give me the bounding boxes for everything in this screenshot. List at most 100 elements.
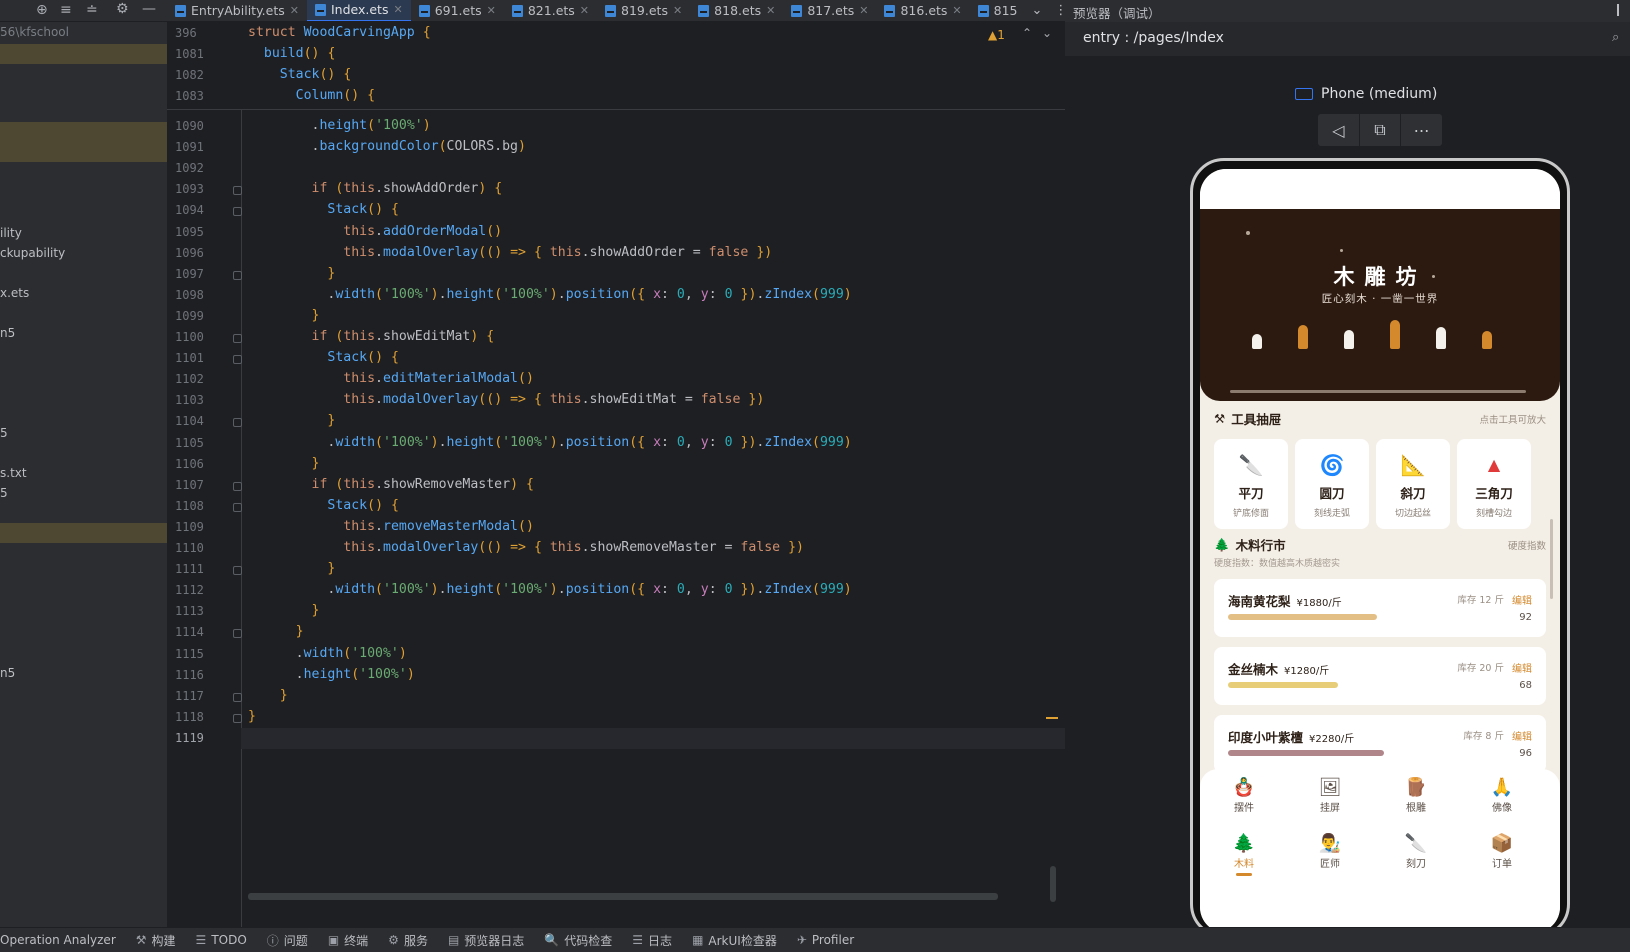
line-number: 1111 [175, 562, 204, 577]
fold-marker-icon[interactable] [233, 713, 242, 723]
tool-card-triangle[interactable]: ▲ 三角刀 刻槽勾边 [1457, 439, 1531, 529]
tab-overflow-icon[interactable]: ⌄ [1032, 3, 1043, 18]
nav-item[interactable]: 📦 订单 [1472, 833, 1532, 870]
nav-item[interactable]: 🪵 根雕 [1386, 777, 1446, 814]
nav-item[interactable]: 🌲 木料 [1214, 833, 1274, 876]
bottom-tool-5[interactable]: ⚙ 服务 [388, 932, 428, 949]
tool-card-flat[interactable]: 🔪 平刀 铲底修面 [1214, 439, 1288, 529]
warning-indicator[interactable]: ▲1 [988, 28, 1005, 42]
minimize-icon[interactable]: — [142, 1, 156, 17]
fold-marker-icon[interactable] [233, 502, 242, 512]
project-item[interactable]: 5 [0, 426, 8, 440]
gear-icon[interactable]: ⚙ [116, 1, 129, 17]
bottom-tool-1[interactable]: ⚒ 构建 [136, 932, 176, 949]
bottom-tool-8[interactable]: ☰ 日志 [632, 932, 672, 949]
bottom-tool-7[interactable]: 🔍 代码检查 [544, 932, 612, 949]
editor-tab[interactable]: 819.ets ✕ [597, 0, 690, 21]
tool-card-round[interactable]: 🌀 圆刀 刻线走弧 [1295, 439, 1369, 529]
fold-marker-icon[interactable] [233, 186, 242, 196]
nav-item[interactable]: 🖼 挂屏 [1300, 777, 1360, 814]
close-icon[interactable]: ✕ [766, 4, 775, 17]
project-item[interactable]: n5 [0, 666, 15, 680]
project-item[interactable]: ckupability [0, 246, 65, 260]
hardness-score: 92 [1519, 612, 1532, 623]
close-icon[interactable]: ✕ [859, 4, 868, 17]
fold-marker-icon[interactable] [233, 566, 242, 576]
bottom-tool-0[interactable]: Operation Analyzer [0, 933, 116, 947]
rotate-icon[interactable]: ⧉ [1360, 114, 1402, 146]
project-item[interactable]: n5 [0, 326, 15, 340]
editor-tab[interactable]: 817.ets ✕ [783, 0, 876, 21]
line-number: 1115 [175, 646, 204, 661]
project-item[interactable]: 5 [0, 486, 8, 500]
bottom-tool-2[interactable]: ☰ TODO [196, 933, 247, 947]
fold-marker-icon[interactable] [233, 692, 242, 702]
project-path[interactable]: 56\kfschool [0, 25, 69, 39]
code-line: } [279, 687, 288, 703]
wood-card[interactable]: 海南黄花梨 ¥1880/斤 库存 12 斤编辑 92 [1214, 579, 1546, 637]
fold-marker-icon[interactable] [233, 207, 242, 217]
close-icon[interactable]: ✕ [952, 4, 961, 17]
chevron-up-icon[interactable]: ⌃ [1022, 26, 1032, 40]
project-item[interactable]: s.txt [0, 466, 27, 480]
back-icon[interactable]: ◁ [1318, 114, 1360, 146]
bottom-tool-9[interactable]: ▦ ArkUI检查器 [692, 932, 777, 949]
fold-marker-icon[interactable] [233, 418, 242, 428]
fold-marker-icon[interactable] [233, 334, 242, 343]
horizontal-scrollbar[interactable] [248, 893, 998, 900]
more-icon[interactable]: ⋯ [1401, 114, 1442, 146]
project-item[interactable]: ility [0, 226, 22, 240]
previewer-title: 预览器（调试） [1073, 6, 1161, 21]
nav-icon: 🖼 [1318, 777, 1342, 798]
editor-tab[interactable]: EntryAbility.ets ✕ [167, 0, 307, 21]
wood-card[interactable]: 金丝楠木 ¥1280/斤 库存 20 斤编辑 68 [1214, 647, 1546, 705]
fold-marker-icon[interactable] [233, 355, 242, 365]
editor-tab[interactable]: 691.ets ✕ [411, 0, 504, 21]
editor-tab[interactable]: 815 [970, 0, 1026, 21]
project-item[interactable]: x.ets [0, 286, 29, 300]
edit-link[interactable]: 编辑 [1512, 728, 1532, 743]
editor-tab-bar: EntryAbility.ets ✕ Index.ets ✕ 691.ets ✕ 821.e… [167, 0, 1065, 22]
edit-link[interactable]: 编辑 [1512, 660, 1532, 675]
bottom-tool-3[interactable]: ⓘ 问题 [267, 932, 308, 949]
editor-tab[interactable]: Index.ets ✕ [306, 0, 411, 21]
bottom-tool-label: Operation Analyzer [0, 933, 116, 947]
bottom-tool-6[interactable]: ▤ 预览器日志 [448, 932, 524, 949]
nav-icon: 📦 [1490, 833, 1514, 854]
panel-edge-icon[interactable] [1617, 4, 1627, 16]
tablet-icon [1295, 88, 1313, 100]
fold-marker-icon[interactable] [233, 270, 242, 280]
expand-all-icon[interactable]: ≡ [60, 2, 72, 18]
nav-item[interactable]: 🪆 摆件 [1214, 777, 1274, 814]
wood-card[interactable]: 印度小叶紫檀 ¥2280/斤 库存 8 斤编辑 96 [1214, 715, 1546, 773]
close-icon[interactable]: ✕ [487, 4, 496, 17]
bottom-tool-10[interactable]: ✈ Profiler [797, 933, 854, 947]
device-controls: ◁ ⧉ ⋯ [1318, 114, 1442, 146]
tool-card-oblique[interactable]: 📐 斜刀 切边起丝 [1376, 439, 1450, 529]
fold-marker-icon[interactable] [233, 481, 242, 491]
locate-icon[interactable]: ⊕ [36, 2, 48, 18]
close-icon[interactable]: ✕ [580, 4, 589, 17]
line-number: 1083 [175, 89, 204, 103]
editor-tab[interactable]: 818.ets ✕ [690, 0, 783, 21]
nav-label: 根雕 [1406, 803, 1426, 814]
edit-link[interactable]: 编辑 [1512, 592, 1532, 607]
close-icon[interactable]: ✕ [393, 3, 402, 16]
close-icon[interactable]: ✕ [290, 4, 299, 17]
code-editor[interactable] [241, 22, 1065, 927]
more-icon[interactable]: ⋮ [1054, 3, 1065, 18]
nav-item[interactable]: 👨‍🎨 匠师 [1300, 833, 1360, 870]
editor-tab[interactable]: 821.ets ✕ [504, 0, 597, 21]
zoom-icon[interactable]: ⌕ [1612, 30, 1619, 45]
nav-item[interactable]: 🙏 佛像 [1472, 777, 1532, 814]
device-label[interactable]: Phone (medium) [1295, 86, 1437, 102]
bottom-tool-4[interactable]: ▣ 终端 [328, 932, 368, 949]
close-icon[interactable]: ✕ [673, 4, 682, 17]
collapse-all-icon[interactable]: ≐ [86, 2, 98, 18]
vertical-scrollbar[interactable] [1050, 866, 1056, 902]
fold-marker-icon[interactable] [233, 629, 242, 639]
editor-tab[interactable]: 816.ets ✕ [876, 0, 969, 21]
nav-item[interactable]: 🔪 刻刀 [1386, 833, 1446, 870]
chevron-down-icon[interactable]: ⌄ [1042, 26, 1052, 40]
nav-icon: 🌲 [1232, 833, 1256, 854]
